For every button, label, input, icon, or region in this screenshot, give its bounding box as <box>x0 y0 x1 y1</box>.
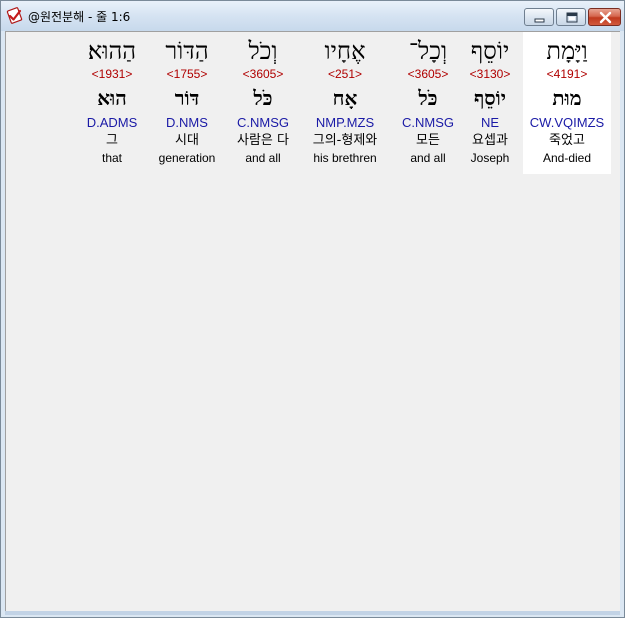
lemma-word: כֹּל <box>418 86 438 110</box>
hebrew-word: הַהוּא׃ <box>87 37 137 65</box>
word-column-6[interactable]: יוֹסֵף <3130> יוֹסֵף NE 요셉과 Joseph <box>463 32 517 174</box>
english-gloss: his brethren <box>313 151 377 165</box>
close-button[interactable] <box>588 8 621 26</box>
strong-number[interactable]: <1931> <box>80 67 144 81</box>
strong-number[interactable]: <1755> <box>151 67 223 81</box>
parsing-code: C.NMSG <box>237 115 289 130</box>
hebrew-word: וְכֹל <box>248 37 278 65</box>
minimize-button[interactable] <box>524 8 554 26</box>
korean-gloss: 그의-형제와 <box>312 133 378 148</box>
maximize-button[interactable] <box>556 8 586 26</box>
hebrew-word: אֶחָיו <box>324 37 366 65</box>
parsing-code: C.NMSG <box>402 115 454 130</box>
lemma-word: מוּת <box>552 86 582 110</box>
english-gloss: Joseph <box>470 151 510 165</box>
word-column-4[interactable]: אֶחָיו <251> אָח NMP.MZS 그의-형제와 his bret… <box>304 32 386 174</box>
korean-gloss: 시대 <box>175 133 199 148</box>
parsing-code: D.NMS <box>166 115 208 130</box>
word-column-5[interactable]: וְכָל־ <3605> כֹּל C.NMSG 모든 and all <box>395 32 461 174</box>
english-gloss: And-died <box>542 151 592 165</box>
strong-number[interactable]: <3130> <box>463 67 517 81</box>
lemma-word: הוּא <box>97 86 127 110</box>
english-gloss: and all <box>410 151 446 165</box>
korean-gloss: 죽었고 <box>549 133 585 148</box>
close-icon <box>599 11 612 24</box>
english-gloss: and all <box>245 151 281 165</box>
lemma-word: דּוֹר <box>174 86 200 110</box>
minimize-icon <box>534 18 545 23</box>
english-gloss: generation <box>158 151 216 165</box>
word-column-1[interactable]: הַהוּא׃ <1931> הוּא D.ADMS 그 that <box>80 32 144 174</box>
korean-gloss: 사람은 다 <box>237 133 289 148</box>
strong-number[interactable]: <3605> <box>395 67 461 81</box>
strong-number[interactable]: <4191> <box>523 67 611 81</box>
korean-gloss: 그 <box>106 133 118 148</box>
hebrew-word: הַדּוֹר <box>165 37 209 65</box>
window-bottom-border <box>5 611 620 615</box>
korean-gloss: 요셉과 <box>472 133 508 148</box>
hebrew-word: יוֹסֵף <box>470 37 510 65</box>
title-bar[interactable]: @원전분해 - 줄 1:6 <box>1 1 624 31</box>
hebrew-word: וְכָל־ <box>408 37 448 65</box>
interlinear-panel[interactable]: הַהוּא׃ <1931> הוּא D.ADMS 그 that הַדּוֹ… <box>5 31 620 611</box>
word-column-2[interactable]: הַדּוֹר <1755> דּוֹר D.NMS 시대 generation <box>151 32 223 174</box>
word-column-3[interactable]: וְכֹל <3605> כֹּל C.NMSG 사람은 다 and all <box>228 32 298 174</box>
word-column-7-selected[interactable]: וַיָּמָת <4191> מוּת CW.VQIMZS 죽었고 And-d… <box>523 32 611 174</box>
parsing-code: CW.VQIMZS <box>529 115 605 130</box>
checkmark-app-icon <box>6 7 23 24</box>
app-window: @원전분해 - 줄 1:6 הַהוּא׃ <1931> הוּא D.ADMS <box>0 0 625 618</box>
korean-gloss: 모든 <box>416 133 440 148</box>
strong-number[interactable]: <3605> <box>228 67 298 81</box>
english-gloss: that <box>101 151 122 165</box>
hebrew-word: וַיָּמָת <box>546 37 588 65</box>
parsing-code: NE <box>480 115 500 130</box>
parsing-code: D.ADMS <box>86 115 138 130</box>
parsing-code: NMP.MZS <box>315 115 375 130</box>
maximize-icon <box>566 12 578 23</box>
lemma-word: יוֹסֵף <box>473 86 507 110</box>
window-title: @원전분해 - 줄 1:6 <box>28 10 131 24</box>
lemma-word: כֹּל <box>253 86 273 110</box>
strong-number[interactable]: <251> <box>304 67 386 81</box>
lemma-word: אָח <box>332 86 358 110</box>
